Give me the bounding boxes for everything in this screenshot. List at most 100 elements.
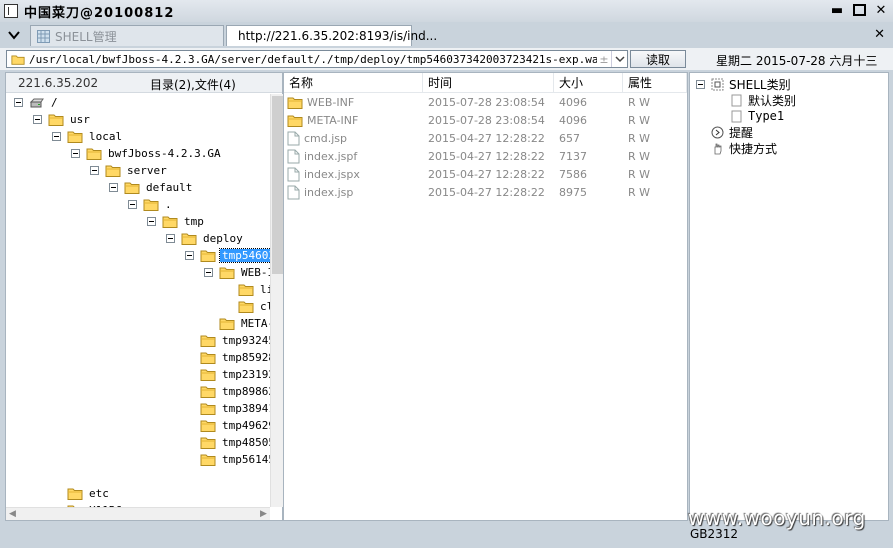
folder-icon [287,115,303,127]
close-tab-icon[interactable]: ✕ [874,27,885,42]
collapse-icon[interactable] [14,98,23,107]
category-item[interactable]: SHELL类别 [696,76,791,92]
folder-icon [200,369,216,381]
folder-icon [238,301,254,313]
tree-node[interactable]: classes [238,298,270,315]
file-row[interactable]: index.jspf 2015-04-27 12:28:22 7137 R W [284,147,687,165]
tree-node[interactable]: tmp231929 [200,366,270,383]
tree-node-label: tmp561458 [222,453,270,466]
file-row[interactable]: index.jsp 2015-04-27 12:28:22 8975 R W [284,183,687,201]
window-title: 中国菜刀@20100812 [24,5,175,21]
tree-node[interactable]: tmp561458 [200,451,270,468]
tree-node[interactable]: deploy [166,230,245,247]
category-item[interactable]: 提醒 [711,124,753,140]
title-bar: 中国菜刀@20100812 ▬ ✕ [0,0,893,22]
scroll-thumb[interactable] [272,96,283,274]
column-attributes[interactable]: 属性 [623,73,687,92]
category-item[interactable]: 默认类别 [730,92,796,108]
tree-node[interactable]: tmp496291 [200,417,270,434]
server-ip: 221.6.35.202 [18,76,99,90]
file-time: 2015-04-27 12:28:22 [428,149,545,163]
folder-icon [200,250,216,262]
tree-node[interactable] [14,468,18,485]
tree-vertical-scrollbar[interactable] [270,94,283,507]
minimize-icon[interactable]: ▬ [829,2,845,18]
category-item[interactable]: Type1 [730,108,784,124]
tree-node[interactable]: bwfJboss-4.2.3.GA [71,145,223,162]
collapse-icon[interactable] [147,217,156,226]
tab-shell-manager[interactable]: SHELL管理 [30,25,224,46]
tree-node-label: tmp [184,215,204,228]
collapse-icon[interactable] [52,132,61,141]
path-input[interactable] [29,51,597,67]
file-attributes: R W [628,113,651,127]
collapse-icon[interactable] [696,79,705,89]
column-time[interactable]: 时间 [423,73,554,92]
tree-node[interactable]: etc [67,485,111,502]
dropdown-arrow-icon[interactable] [611,51,627,67]
file-attributes: R W [628,131,651,145]
collapse-icon[interactable] [109,183,118,192]
tree-node[interactable]: tmp546037342003723421s-exp.war [185,247,270,264]
collapse-icon[interactable] [166,234,175,243]
file-attributes: R W [628,185,651,199]
chevron-down-icon[interactable] [6,27,22,43]
tree-node-label: tmp898623 [222,385,270,398]
file-row[interactable]: META-INF 2015-07-28 23:08:54 4096 R W [284,111,687,129]
scroll-right-icon[interactable]: ▶ [257,508,270,521]
app-icon [4,4,18,18]
tree-node[interactable]: / [14,94,60,111]
tree-node[interactable]: default [109,179,194,196]
tree-node[interactable]: WEB-INF [204,264,270,281]
file-row[interactable]: index.jspx 2015-04-27 12:28:22 7586 R W [284,165,687,183]
file-size: 4096 [559,95,587,109]
column-name[interactable]: 名称 [284,73,423,92]
tree-node[interactable]: META-INF [219,315,270,332]
tab-url[interactable]: http://221.6.35.202:8193/is/ind... [226,25,437,46]
collapse-icon[interactable] [128,200,137,209]
tree-node[interactable]: usr [33,111,92,128]
collapse-icon[interactable] [33,115,42,124]
tree-node[interactable]: lib [238,281,270,298]
tree-node[interactable]: tmp [147,213,206,230]
tree-node[interactable]: tmp898623 [200,383,270,400]
file-size: 7586 [559,167,587,181]
shortcut-icon [714,143,722,154]
tree-node[interactable]: server [90,162,169,179]
category-label: 快捷方式 [729,141,778,156]
file-name: index.jsp [304,185,354,199]
file-row[interactable]: WEB-INF 2015-07-28 23:08:54 4096 R W [284,93,687,111]
tree-node-label: lib [260,283,270,296]
file-name-cell: META-INF [284,114,423,127]
tree-node-label: tmp496291 [222,419,270,432]
collapse-icon[interactable] [71,149,80,158]
read-button[interactable]: 读取 [630,50,686,68]
plus-minus-icon[interactable]: ± [597,53,611,66]
category-label: 提醒 [729,125,754,140]
tree-node-label: tmp231929 [222,368,270,381]
tree-node[interactable]: tmp485059 [200,434,270,451]
tree-node[interactable]: . [128,196,174,213]
tree-node[interactable]: tmp932455 [200,332,270,349]
file-name: index.jspx [304,167,360,181]
scroll-left-icon[interactable]: ◀ [6,508,19,521]
category-item[interactable]: 快捷方式 [711,140,777,156]
column-size[interactable]: 大小 [554,73,623,92]
category-label: 默认类别 [748,93,797,108]
file-row[interactable]: cmd.jsp 2015-04-27 12:28:22 657 R W [284,129,687,147]
maximize-icon[interactable] [851,2,867,18]
file-name-cell: cmd.jsp [284,131,423,146]
tree-node-label: default [146,181,193,194]
file-icon [287,149,300,163]
tree-node[interactable]: tmp389416 [200,400,270,417]
collapse-icon[interactable] [90,166,99,175]
close-icon[interactable]: ✕ [873,2,889,18]
tree-node[interactable]: local [52,128,124,145]
tree-node[interactable]: tmp859283 [200,349,270,366]
tree-horizontal-scrollbar[interactable]: ◀ ▶ [6,507,270,520]
window-controls: ▬ ✕ [829,2,889,18]
folder-icon [11,55,25,65]
file-attributes: R W [628,149,651,163]
collapse-icon[interactable] [204,268,213,277]
collapse-icon[interactable] [185,251,194,260]
